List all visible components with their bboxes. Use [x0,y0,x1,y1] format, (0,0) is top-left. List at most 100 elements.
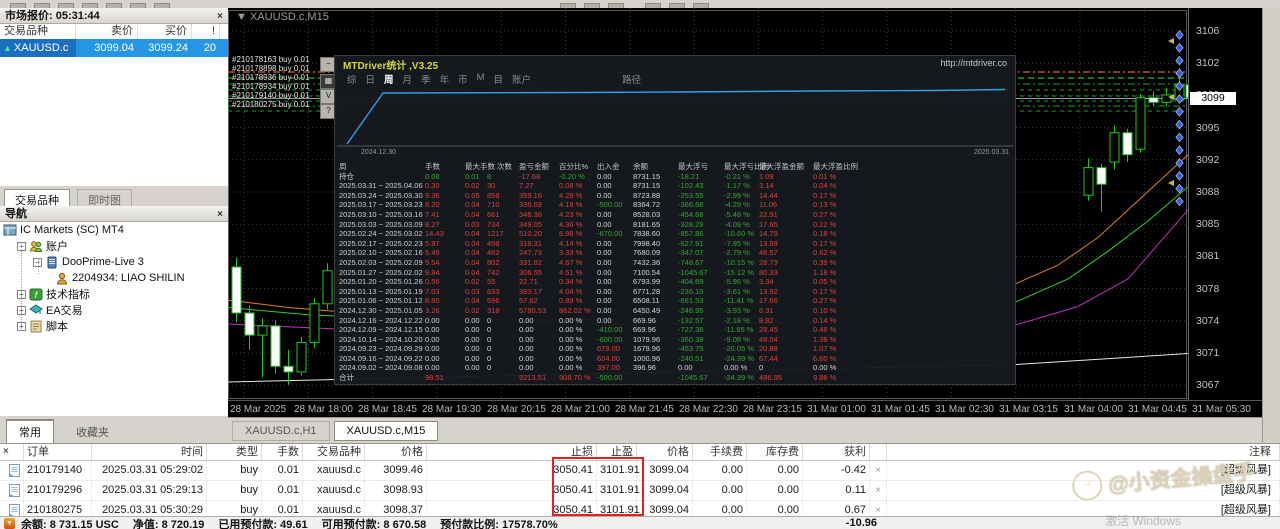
time-label: 31 Mar 01:45 [871,404,930,415]
stats-value-cell: -4.09 % [724,220,759,230]
close-icon[interactable]: × [217,9,223,25]
mtdriver-menu-path[interactable]: 路径 [622,72,641,86]
tree-item-mt4-root[interactable]: IC Markets (SC) MT4 [0,222,228,238]
navigator-header[interactable]: 导航 × [0,206,228,222]
stats-value-cell: 0.00 % [724,363,759,373]
trade-icon[interactable]: ▼ [4,518,15,529]
stats-header-cell: 手数 [425,162,465,172]
stats-value-cell: 0.01 [465,172,487,182]
stats-period-cell: 持仓 [339,172,425,182]
tree-item-accounts[interactable]: − 账户 [0,238,228,254]
orders-header-cell[interactable]: 价格 [365,444,427,460]
time-label: 28 Mar 19:30 [422,404,481,415]
orders-header-cell[interactable]: 获利 [803,444,870,460]
orders-header-cell[interactable]: 手续费 [693,444,747,460]
stats-value-cell: 396.96 [633,363,678,373]
time-axis[interactable]: 28 Mar 202528 Mar 18:0028 Mar 18:4528 Ma… [228,400,1262,418]
mtdriver-menu-item[interactable]: 周 [384,72,394,86]
stats-value-cell: 11.06 [759,200,813,210]
orders-header-cell[interactable]: 交易品种 [303,444,365,460]
navigator-bottom-tabs: 常用 收藏夹 [0,415,228,444]
stats-value-cell: 0.00 [519,354,559,364]
market-watch-header[interactable]: 市场报价: 05:31:44 × [0,8,228,24]
mtdriver-menu-item[interactable]: 账户 [512,72,531,86]
stats-value-cell: 8 [487,172,519,182]
market-watch-row[interactable]: ▲XAUUSD.c 3099.04 3099.24 20 [0,39,228,57]
mtdriver-menu-item[interactable]: M [477,72,485,86]
mtdriver-menu-item[interactable]: 年 [440,72,450,86]
chart-order-label: #210178934 buy 0.01 [232,82,309,91]
chart-order-labels: #210178163 buy 0.01#210178898 buy 0.01#2… [232,55,309,109]
stats-value-cell: 6.31 [759,306,813,316]
mtdriver-menu-item[interactable]: 月 [403,72,413,86]
stats-value-cell: -404.69 [678,277,724,287]
mtdriver-menu-item[interactable]: 季 [421,72,431,86]
stats-value-cell: 0.00 [597,210,633,220]
stats-value-cell: 13.99 [759,239,813,249]
stats-value-cell: 5.49 [425,248,465,258]
status-value: 8 720.19 [162,519,205,529]
stats-period-cell: 2025.03.24 ~ 2025.03.30 [339,191,425,201]
orders-header-cell[interactable] [870,444,887,460]
stats-value-cell: 17.66 [759,296,813,306]
tree-item-scripts[interactable]: + 脚本 [0,318,228,334]
diamond-marker [1176,108,1183,116]
orders-header-cell[interactable]: 订单 [24,444,92,460]
chart-tabs-bar: XAUUSD.c,H1XAUUSD.c,M15 [228,417,1262,444]
mtdriver-menu-item[interactable]: 日 [366,72,376,86]
column-symbol[interactable]: 交易品种 [0,24,76,39]
price-axis[interactable]: 3106310230993095309230883085308130783074… [1188,8,1263,400]
diamond-marker [1176,44,1183,52]
column-spread[interactable]: ! [192,24,220,39]
spread-value: 20 [192,39,220,57]
orders-header-cell[interactable]: 价格 [637,444,693,460]
orders-header-cell[interactable]: 注释 [887,444,1280,460]
mtdriver-menu-item[interactable]: 目 [494,72,504,86]
chart-tab[interactable]: XAUUSD.c,M15 [334,421,439,441]
stats-header-cell: 余额 [633,162,678,172]
tree-item-server[interactable]: − DooPrime-Live 3 [0,254,228,270]
orders-header-cell[interactable]: 类型 [207,444,262,460]
chart-tab[interactable]: XAUUSD.c,H1 [232,421,330,441]
status-segment: 已用预付款: 49.61 [218,519,307,529]
close-icon[interactable]: × [217,207,223,223]
stats-period-cell: 合计 [339,373,425,383]
orders-header-cell[interactable]: 库存费 [747,444,803,460]
mtdriver-panel[interactable]: MTDriver统计 ,V3.25 http://mtdriver.co 综日周… [334,55,1016,385]
stats-value-cell: 7.27 [519,181,559,191]
tree-item-indicators[interactable]: + f 技术指标 [0,286,228,302]
stats-value-cell: 0.00 [597,287,633,297]
tab-common[interactable]: 常用 [6,419,54,444]
stats-value-cell: 0.00 [597,277,633,287]
time-label: 28 Mar 20:15 [487,404,546,415]
orders-header-cell[interactable]: 时间 [92,444,207,460]
status-value: 8 731.15 USC [50,519,119,529]
orders-header-cell[interactable]: 手数 [262,444,303,460]
stats-value-cell: 7.03 [425,287,465,297]
equity-start-date: 2024.12.30 [361,149,396,156]
tab-favorites[interactable]: 收藏夹 [63,420,122,444]
stats-value-cell: 5780.53 [519,306,559,316]
mtdriver-menu-item[interactable]: 币 [458,72,468,86]
stats-value-cell: 9213.51 [519,373,559,383]
column-ask[interactable]: 买价 [138,24,192,39]
stats-value-cell: 8.60 [425,296,465,306]
tree-item-experts[interactable]: + EA交易 [0,302,228,318]
mtdriver-menu-item[interactable]: 综 [347,72,357,86]
stats-period-cell: 2025.01.06 ~ 2025.01.12 [339,296,425,306]
current-price-badge: 3099 [1190,92,1236,105]
stats-value-cell: 20.88 [759,344,813,354]
status-value: 8 670.58 [383,519,426,529]
chart-symbol-label[interactable]: ▼ XAUUSD.c,M15 [236,11,329,23]
stats-period-cell: 2025.03.03 ~ 2025.03.09 [339,220,425,230]
navigator-tree: IC Markets (SC) MT4 − 账户 − DooPrime-Live… [0,222,228,415]
scrollbar[interactable] [1262,8,1280,443]
stats-value-cell: 0.89 % [559,296,597,306]
trade-server-icon [45,256,59,269]
close-icon[interactable]: × [3,446,9,457]
stats-value-cell: -1.17 % [724,181,759,191]
tree-item-account[interactable]: 2204934: LIAO SHILIN [0,270,228,286]
stats-value-cell: 0.22 % [813,220,1017,230]
mtdriver-url[interactable]: http://mtdriver.co [940,58,1007,68]
column-bid[interactable]: 卖价 [76,24,138,39]
